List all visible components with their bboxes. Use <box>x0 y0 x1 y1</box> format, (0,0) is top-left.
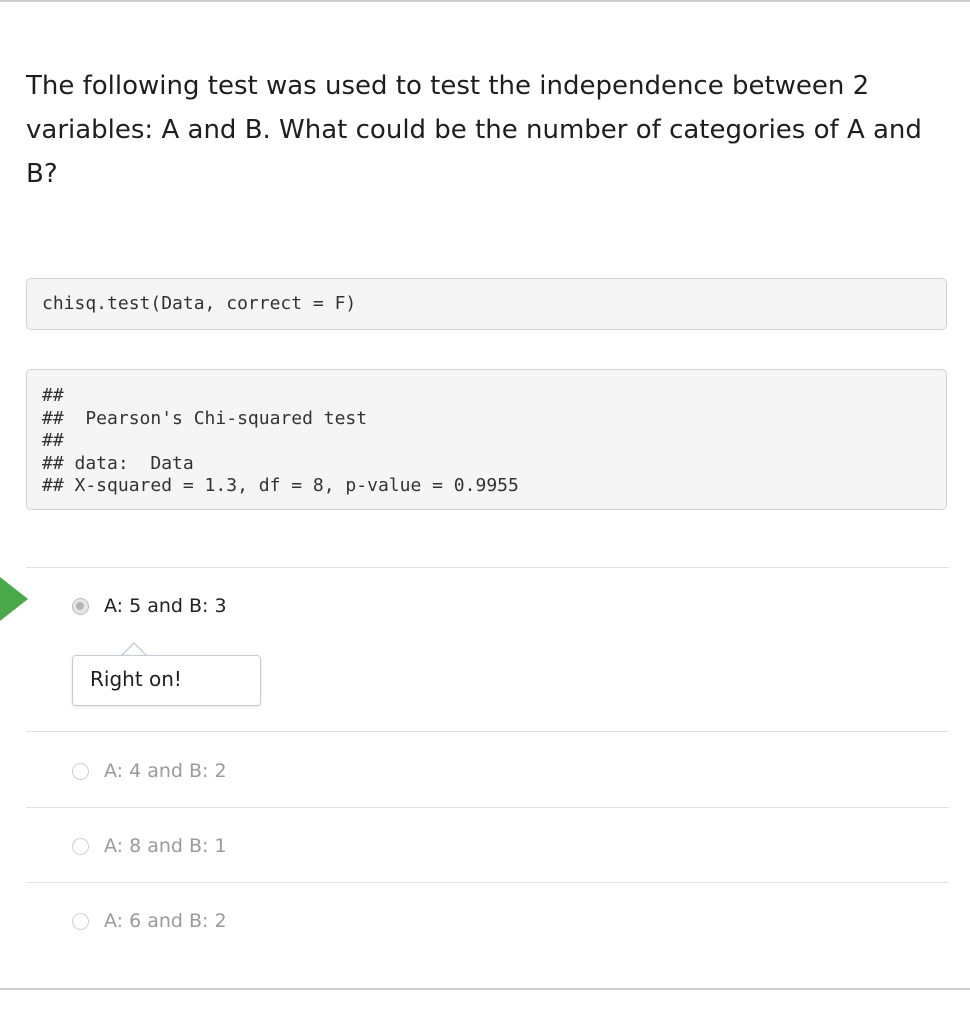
bottom-divider <box>0 988 970 990</box>
radio-button[interactable] <box>72 912 89 930</box>
correct-marker-arrow <box>0 577 28 621</box>
answer-option-label: A: 5 and B: 3 <box>104 595 227 617</box>
answer-option-label: A: 4 and B: 2 <box>104 760 227 782</box>
code-output-block: ## ## Pearson's Chi-squared test ## ## d… <box>26 369 947 510</box>
top-divider <box>0 0 970 2</box>
radio-button-checked[interactable] <box>72 597 89 615</box>
code-output-line: ## <box>42 385 64 406</box>
code-input-text: chisq.test(Data, correct = F) <box>42 293 357 314</box>
feedback-text: Right on! <box>90 667 182 691</box>
code-output-line: ## X-squared = 1.3, df = 8, p-value = 0.… <box>42 475 519 496</box>
radio-button[interactable] <box>72 762 89 780</box>
radio-button[interactable] <box>72 837 89 855</box>
code-input-block: chisq.test(Data, correct = F) <box>26 278 947 330</box>
code-output-line: ## data: Data <box>42 452 194 474</box>
answer-option-label: A: 6 and B: 2 <box>104 910 227 932</box>
options-divider <box>26 882 949 883</box>
options-divider <box>26 567 949 568</box>
options-divider <box>26 731 949 732</box>
options-divider <box>26 807 949 808</box>
answer-option-4[interactable]: A: 6 and B: 2 <box>72 910 227 932</box>
code-output-line: ## Pearson's Chi-squared test <box>42 407 368 429</box>
code-output-line: ## <box>42 430 64 451</box>
answer-option-2[interactable]: A: 4 and B: 2 <box>72 760 227 782</box>
answer-option-1[interactable]: A: 5 and B: 3 <box>72 595 227 617</box>
answer-option-label: A: 8 and B: 1 <box>104 835 227 857</box>
question-text: The following test was used to test the … <box>26 71 922 189</box>
answer-option-3[interactable]: A: 8 and B: 1 <box>72 835 227 857</box>
feedback-popover: Right on! <box>72 655 261 706</box>
